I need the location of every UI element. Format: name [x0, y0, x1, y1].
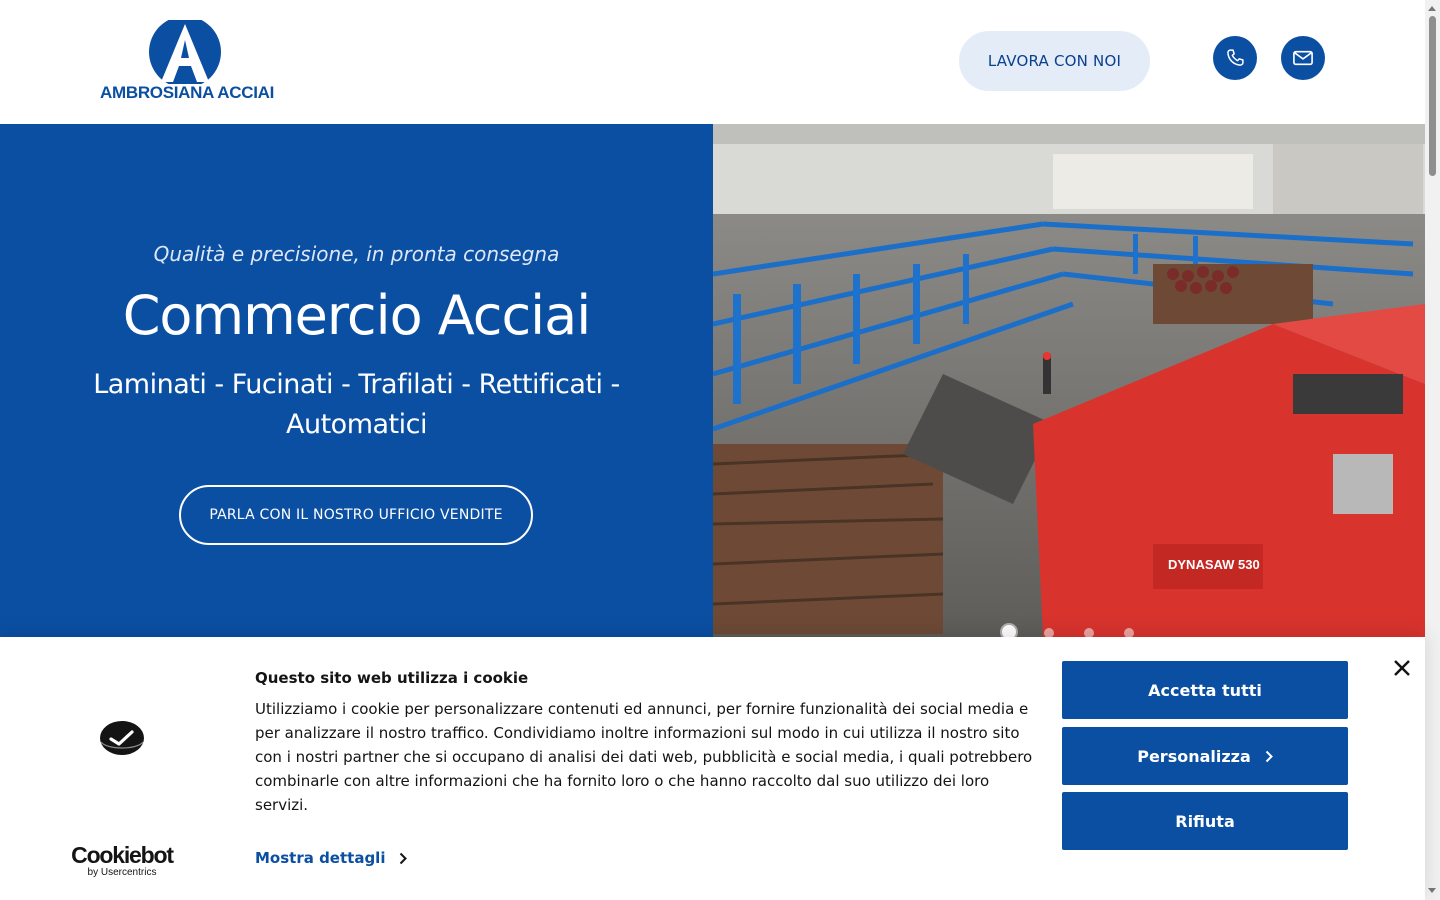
customize-label: Personalizza [1137, 746, 1251, 766]
work-with-us-button[interactable]: LAVORA CON NOI [959, 31, 1150, 91]
cookiebot-brand-name: Cookiebot [71, 842, 174, 868]
site-header: AMBROSIANA ACCIAI LAVORA CON NOI [0, 0, 1425, 124]
svg-text:DYNASAW 530: DYNASAW 530 [1168, 557, 1260, 572]
phone-icon [1227, 49, 1244, 66]
hero-warehouse-image: DYNASAW 530 [713, 124, 1425, 637]
cookiebot-brand-by: by Usercentrics [87, 867, 157, 878]
chevron-right-icon [1265, 750, 1273, 762]
contact-sales-button[interactable]: PARLA CON IL NOSTRO UFFICIO VENDITE [179, 485, 533, 545]
scroll-thumb[interactable] [1429, 16, 1436, 176]
hero-subtitle: Laminati - Fucinati - Trafilati - Rettif… [93, 369, 620, 440]
page-scrollbar[interactable] [1425, 0, 1440, 900]
logo-emblem-icon [149, 20, 221, 84]
accept-all-button[interactable]: Accetta tutti [1062, 661, 1348, 719]
mail-icon [1293, 50, 1313, 66]
accept-all-label: Accetta tutti [1148, 680, 1262, 700]
show-details-link[interactable]: Mostra dettagli [255, 849, 408, 867]
cookie-description: Utilizziamo i cookie per personalizzare … [255, 700, 1033, 814]
reject-button[interactable]: Rifiuta [1062, 792, 1348, 850]
cookiebot-icon [100, 721, 144, 755]
logo-text: AMBROSIANA ACCIAI [100, 83, 275, 102]
reject-label: Rifiuta [1175, 811, 1235, 831]
scroll-up-arrow-icon[interactable] [1428, 6, 1436, 11]
company-logo[interactable]: AMBROSIANA ACCIAI [100, 20, 275, 104]
phone-button[interactable] [1213, 36, 1257, 80]
warehouse-photo: DYNASAW 530 [713, 124, 1425, 637]
hero-tagline: Qualità e precisione, in pronta consegna [153, 242, 560, 266]
chevron-right-icon [400, 852, 408, 864]
email-button[interactable] [1281, 36, 1325, 80]
close-icon[interactable] [1391, 657, 1413, 679]
hero-panel: Qualità e precisione, in pronta consegna… [0, 124, 713, 637]
show-details-label: Mostra dettagli [255, 849, 386, 867]
cookie-consent-banner: Cookiebot by Usercentrics Questo sito we… [0, 637, 1425, 900]
cookie-title: Questo sito web utilizza i cookie [255, 669, 529, 687]
hero-title: Commercio Acciai [122, 284, 592, 347]
cookiebot-logo[interactable]: Cookiebot by Usercentrics [70, 843, 174, 879]
scroll-down-arrow-icon[interactable] [1428, 888, 1436, 893]
customize-button[interactable]: Personalizza [1062, 727, 1348, 785]
